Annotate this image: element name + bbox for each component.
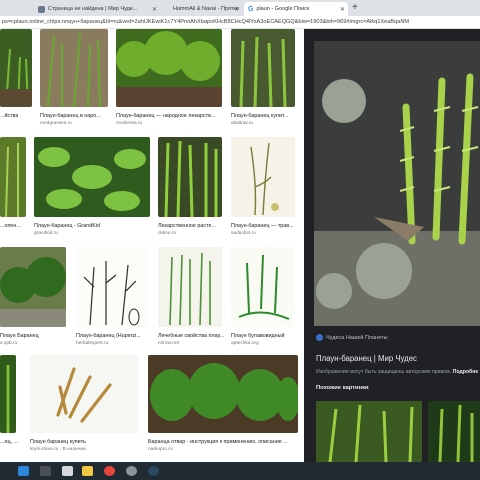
preview-source-label: Чудеса Нашей Планеты: [326, 334, 388, 341]
result-card[interactable]: Плаун Баранец e.spb.ru: [0, 247, 66, 347]
result-source: mirrav.net: [158, 341, 179, 346]
result-thumbnail[interactable]: [0, 137, 26, 217]
image-results-grid: ...йства Плаун-баранец в наро... medgras…: [0, 29, 304, 462]
result-thumbnail[interactable]: [231, 247, 295, 327]
copyright-text: Изображения могут быть защищены авторски…: [316, 369, 452, 375]
result-title: Плаун баранец купить: [30, 439, 86, 445]
mail-icon[interactable]: [62, 466, 73, 476]
result-card[interactable]: Плаун булавовидный aptechka.org: [231, 247, 295, 347]
result-card[interactable]: Плаун-баранец купит... altaitrav.ru: [231, 29, 295, 129]
result-card[interactable]: Плаун баранец купить krym-trava.ru · В н…: [30, 355, 138, 462]
result-title: Плаун-баранец — трав...: [231, 223, 294, 229]
result-thumbnail[interactable]: [0, 355, 16, 433]
result-title: Плаун-баранец в наро...: [40, 113, 101, 119]
copyright-note: Изображения могут быть защищены авторски…: [316, 369, 478, 375]
result-title: ...ец, ...: [0, 439, 19, 445]
google-icon: G: [248, 5, 254, 13]
steam-icon[interactable]: [148, 466, 159, 476]
result-source: moslenka.ru: [116, 121, 143, 126]
taskbar: [0, 462, 480, 480]
result-thumbnail[interactable]: [34, 137, 150, 217]
close-icon[interactable]: ✕: [152, 6, 157, 13]
result-thumbnail[interactable]: [148, 355, 298, 433]
result-card[interactable]: Плаун-баранец - GrandKid grandkid.ru: [34, 137, 150, 237]
result-card[interactable]: Плаун-баранец — трав... sadsobin.ru: [231, 137, 295, 237]
preview-title[interactable]: Плаун-баранец | Мир Чудес: [316, 354, 417, 363]
result-title: Плаун-баранец - GrandKid: [34, 223, 101, 229]
result-source: altaitrav.ru: [231, 121, 254, 126]
store-icon[interactable]: [40, 466, 51, 476]
result-thumbnail[interactable]: [30, 355, 138, 433]
page-icon: [38, 5, 45, 13]
result-source: aptechka.org: [231, 341, 259, 346]
result-thumbnail[interactable]: [0, 29, 32, 107]
site-icon: [316, 334, 323, 341]
tab-3[interactable]: G plaun - Google Поиск ✕: [244, 2, 348, 16]
chrome-icon[interactable]: [104, 466, 115, 476]
tab-title: HammAli & Navai - Прятки: [173, 6, 239, 12]
similar-heading: Похожие картинки: [316, 385, 369, 391]
tab-title: plaun - Google Поиск: [256, 6, 310, 12]
result-title: ...опен...: [0, 223, 21, 229]
result-source: grandkid.ru: [34, 231, 58, 236]
result-card[interactable]: ...опен...: [0, 137, 26, 237]
result-thumbnail[interactable]: [116, 29, 222, 107]
result-title: Плаун Баранец: [0, 333, 39, 339]
result-card[interactable]: Лечебные свойства плау... mirrav.net: [158, 247, 225, 347]
similar-thumbnail[interactable]: [316, 401, 422, 462]
result-card[interactable]: Лекарственное расте... dvline.ru: [158, 137, 222, 237]
result-card[interactable]: Плаун-баранец (Huperzi... herbalexpert.r…: [76, 247, 148, 347]
result-title: Лечебные свойства плау...: [158, 333, 225, 339]
result-source: medgrasses.ru: [40, 121, 72, 126]
similar-thumbnail[interactable]: [428, 401, 480, 462]
result-card[interactable]: Баранца отвар - инструкция к применению,…: [148, 355, 298, 462]
result-card[interactable]: ...йства: [0, 29, 32, 129]
result-title: Плаун булавовидный: [231, 333, 285, 339]
result-thumbnail[interactable]: [158, 247, 222, 327]
new-tab-button[interactable]: +: [352, 2, 358, 13]
tab-strip: Страница не найдена | Мир Чуде... ✕ Hamm…: [0, 0, 480, 16]
settings-icon[interactable]: [126, 466, 137, 476]
result-title: ...йства: [0, 113, 19, 119]
result-card[interactable]: ...ец, ...: [0, 355, 19, 462]
result-source: narkopro.ru: [148, 447, 173, 452]
file-explorer-icon[interactable]: [82, 466, 93, 476]
result-thumbnail[interactable]: [231, 29, 295, 107]
edge-icon[interactable]: [18, 466, 29, 476]
result-source: dvline.ru: [158, 231, 177, 236]
result-thumbnail[interactable]: [158, 137, 222, 217]
result-card[interactable]: Плаун-баранец — народное лекарств... mos…: [116, 29, 222, 129]
result-card[interactable]: Плаун-баранец в наро... medgrasses.ru: [40, 29, 108, 129]
result-source: e.spb.ru: [0, 341, 18, 346]
tab-2[interactable]: HammAli & Navai - Прятки ✕: [166, 2, 242, 16]
result-thumbnail[interactable]: [0, 247, 66, 327]
more-link[interactable]: Подробне: [453, 369, 479, 375]
result-title: Плаун-баранец — народное лекарств...: [116, 113, 216, 119]
result-source: sadsobin.ru: [231, 231, 256, 236]
address-bar[interactable]: ps=cplaun.online_chips:плаун+баранец&hl=…: [0, 16, 480, 29]
image-preview-panel: Чудеса Нашей Планеты Плаун-баранец | Мир…: [304, 29, 480, 462]
close-icon[interactable]: ✕: [340, 6, 345, 13]
result-thumbnail[interactable]: [40, 29, 108, 107]
result-source: herbalexpert.ru: [76, 341, 109, 346]
tab-1[interactable]: Страница не найдена | Мир Чуде... ✕: [34, 2, 160, 16]
result-title: Плаун-баранец (Huperzi...: [76, 333, 141, 339]
close-icon[interactable]: ✕: [234, 6, 239, 13]
result-title: Плаун-баранец купит...: [231, 113, 289, 119]
preview-source[interactable]: Чудеса Нашей Планеты: [316, 334, 388, 341]
tab-title: Страница не найдена | Мир Чуде...: [48, 6, 138, 12]
result-thumbnail[interactable]: [231, 137, 295, 217]
result-thumbnail[interactable]: [76, 247, 148, 327]
result-source: krym-trava.ru · В наличии: [30, 447, 86, 452]
result-title: Лекарственное расте...: [158, 223, 217, 229]
result-title: Баранца отвар - инструкция к применению,…: [148, 439, 288, 445]
preview-image[interactable]: [314, 41, 480, 326]
